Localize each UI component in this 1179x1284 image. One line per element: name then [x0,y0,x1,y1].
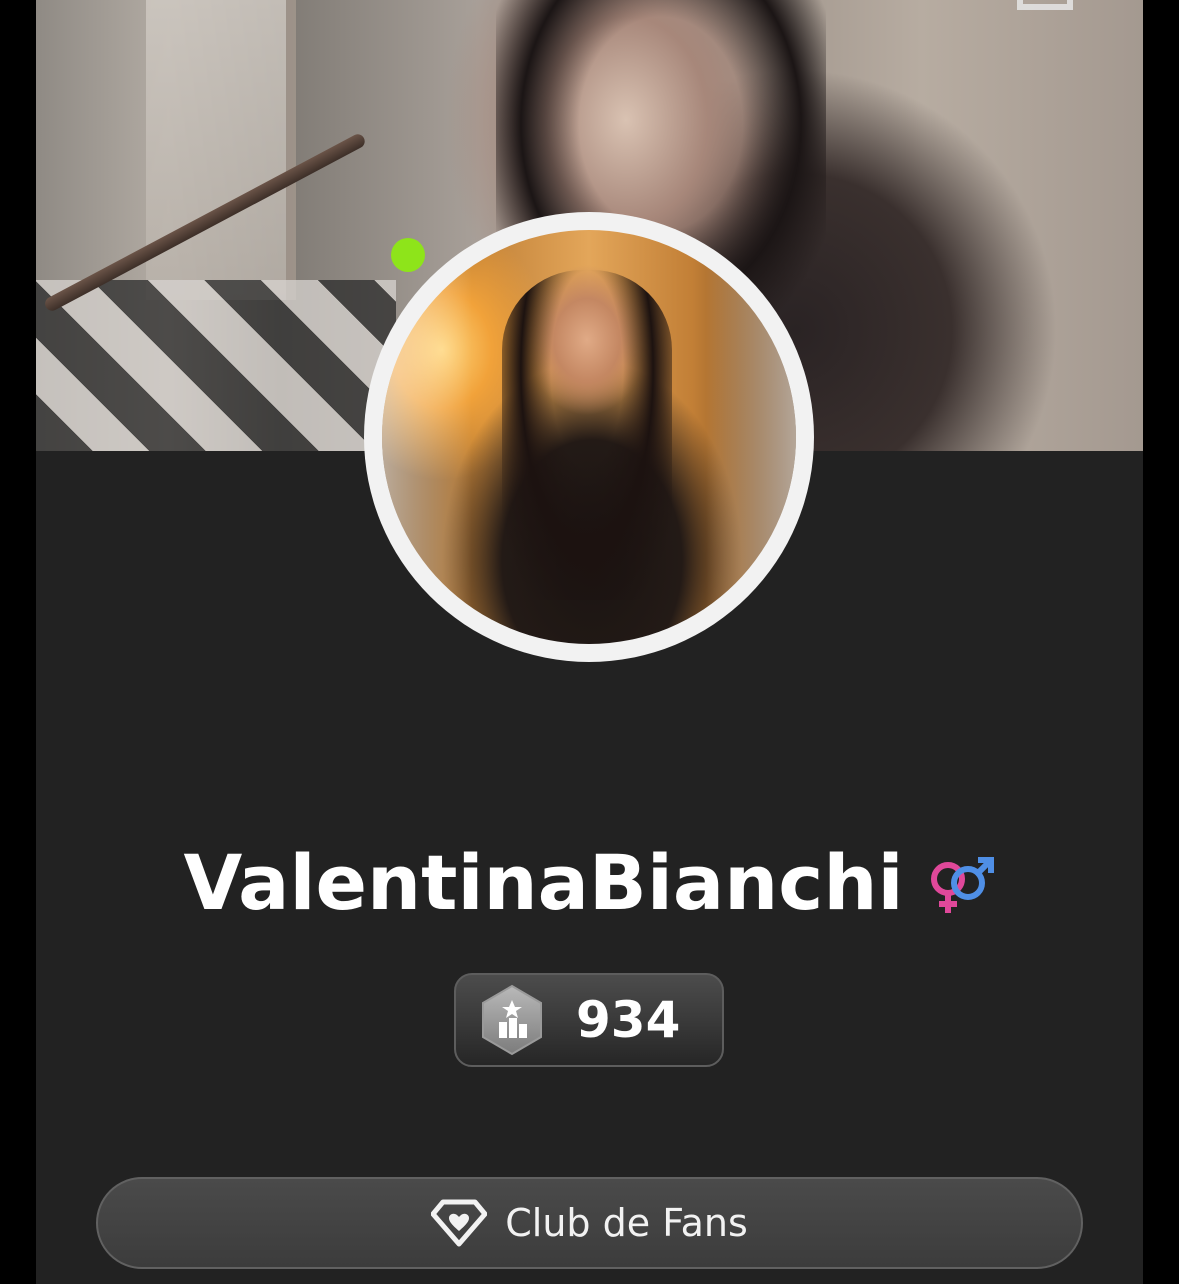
avatar-figure [502,270,672,600]
profile-screen: ValentinaBianchi 934 Club de Fans [36,0,1143,1284]
diamond-heart-icon [431,1199,488,1247]
username: ValentinaBianchi [183,838,904,927]
female-male-symbol-icon [930,856,994,913]
level-value: 934 [576,991,681,1049]
cover-image-door [146,0,296,300]
hexagon-level-icon [482,984,542,1056]
avatar[interactable] [364,212,814,662]
level-badge[interactable]: 934 [454,973,724,1067]
fans-club-button[interactable]: Club de Fans [96,1177,1083,1269]
avatar-blur-right [706,230,796,644]
username-row: ValentinaBianchi [36,838,1143,927]
expand-icon[interactable] [1017,0,1073,10]
avatar-blur-left [382,230,472,644]
fans-club-label: Club de Fans [505,1201,748,1245]
cover-image-floor [36,280,396,451]
avatar-image [382,230,796,644]
